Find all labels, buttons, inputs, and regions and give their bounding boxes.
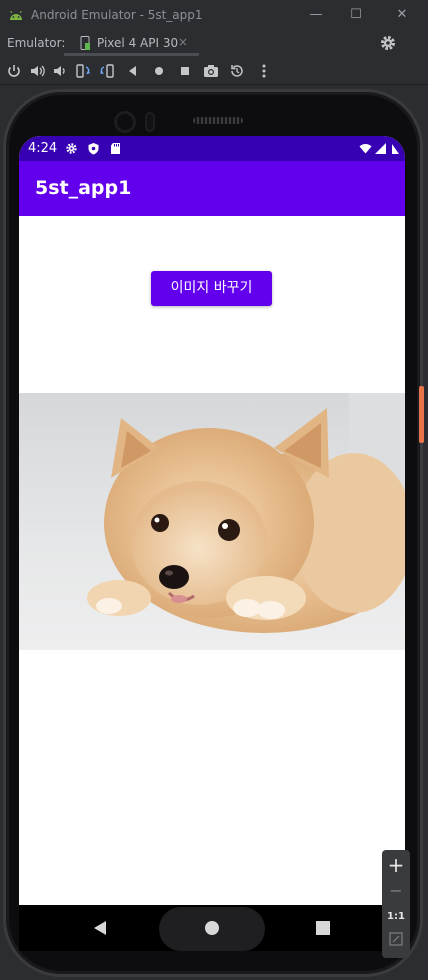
tab-underline (64, 53, 199, 56)
volume-up-icon[interactable] (28, 62, 46, 80)
emulator-toolbar (0, 57, 428, 85)
sensor (145, 112, 155, 132)
tab-label: Pixel 4 API 30 (97, 36, 179, 50)
pomeranian-photo (19, 393, 405, 650)
sd-card-icon (111, 143, 120, 154)
rotate-left-icon[interactable] (74, 62, 92, 80)
home-icon[interactable] (150, 62, 168, 80)
signal-icon (375, 143, 386, 154)
battery-icon (392, 144, 399, 154)
power-icon[interactable] (5, 62, 23, 80)
change-image-button[interactable]: 이미지 바꾸기 (151, 271, 272, 306)
more-icon[interactable] (255, 62, 273, 80)
back-icon[interactable] (124, 62, 142, 80)
emulator-label: Emulator: (7, 36, 66, 50)
power-side-button[interactable] (419, 386, 424, 443)
screenshot-icon[interactable] (202, 62, 220, 80)
device-icon (80, 36, 90, 50)
status-time: 4:24 (28, 141, 58, 156)
close-window-button[interactable]: ✕ (390, 4, 414, 26)
minimize-button[interactable]: — (304, 4, 328, 26)
zoom-ratio-button[interactable]: 1:1 (382, 905, 410, 929)
app-bar: 5st_app1 (19, 161, 405, 216)
wifi-icon (359, 144, 372, 154)
camera-icon (114, 111, 136, 133)
volume-down-icon[interactable] (51, 62, 69, 80)
zoom-fit-icon[interactable] (389, 932, 403, 946)
zoom-in-button[interactable]: + (382, 853, 410, 877)
settings-icon (66, 143, 77, 154)
shield-icon (88, 143, 99, 155)
snapshot-icon[interactable] (228, 62, 246, 80)
rotate-right-icon[interactable] (98, 62, 116, 80)
emulator-tab-bar: Emulator: Pixel 4 API 30 × (0, 31, 428, 56)
android-icon (10, 10, 22, 20)
navigation-bar (19, 905, 405, 951)
nav-back-icon[interactable] (93, 920, 107, 936)
nav-overview-icon[interactable] (316, 920, 330, 936)
speaker-grille (193, 117, 243, 124)
status-bar: 4:24 (19, 136, 405, 161)
tab-close-icon[interactable]: × (178, 35, 188, 49)
tab-pixel-4[interactable]: Pixel 4 API 30 × (64, 31, 199, 56)
maximize-button[interactable]: ☐ (344, 4, 368, 26)
overview-icon[interactable] (176, 62, 194, 80)
window-title-bar: Android Emulator - 5st_app1 — ☐ ✕ (0, 0, 428, 31)
zoom-controls: + − 1:1 (382, 850, 410, 958)
phone-screen: 4:24 5st_app1 이미지 바꾸기 (19, 136, 405, 951)
app-title: 5st_app1 (35, 177, 132, 199)
zoom-out-button[interactable]: − (382, 879, 410, 903)
gear-icon[interactable] (379, 34, 397, 52)
window-title: Android Emulator - 5st_app1 (31, 8, 203, 22)
nav-home-icon[interactable] (205, 920, 219, 936)
